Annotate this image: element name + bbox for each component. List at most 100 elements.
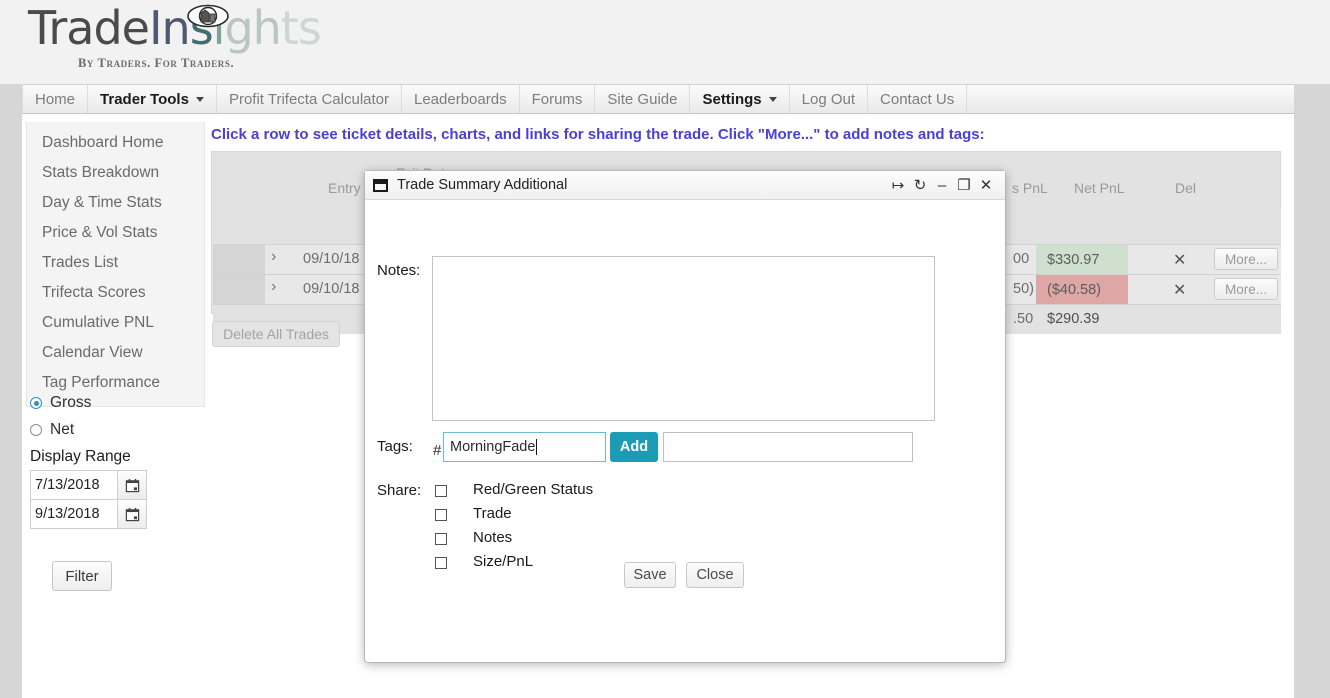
total-gross-pnl: .50 bbox=[1013, 311, 1034, 327]
sidebar-item-dashboard-home[interactable]: Dashboard Home bbox=[27, 128, 204, 158]
start-date-calendar-button[interactable] bbox=[118, 470, 147, 500]
sidebar-item-price-vol-stats[interactable]: Price & Vol Stats bbox=[27, 218, 204, 248]
sidebar-item-trades-list[interactable]: Trades List bbox=[27, 248, 204, 278]
modal-title: Trade Summary Additional bbox=[397, 177, 568, 193]
add-tag-label: Add bbox=[619, 439, 649, 455]
chevron-down-icon bbox=[768, 96, 777, 102]
share-checkbox-size-pnl[interactable] bbox=[435, 557, 447, 569]
nav-item-home[interactable]: Home bbox=[22, 85, 89, 113]
nav-label: Leaderboards bbox=[414, 90, 507, 108]
delete-all-trades-button[interactable]: Delete All Trades bbox=[212, 321, 340, 347]
maximize-icon[interactable]: ❐ bbox=[953, 174, 975, 196]
filter-button-label: Filter bbox=[65, 567, 99, 585]
sidebar-item-label: Dashboard Home bbox=[42, 134, 164, 151]
net-pnl-value: $330.97 bbox=[1047, 252, 1100, 268]
nav-item-trader-tools[interactable]: Trader Tools bbox=[88, 85, 217, 113]
close-button[interactable]: Close bbox=[686, 562, 744, 588]
nav-label: Home bbox=[35, 90, 76, 108]
end-date-row: 9/13/2018 bbox=[30, 499, 147, 529]
filter-button[interactable]: Filter bbox=[52, 561, 112, 591]
total-net-pnl: $290.39 bbox=[1047, 311, 1100, 327]
modal-title-bar[interactable]: Trade Summary Additional ↦ ↻ – ❐ ✕ bbox=[365, 171, 1005, 200]
delete-row-icon[interactable]: ✕ bbox=[1173, 250, 1186, 270]
save-button[interactable]: Save bbox=[624, 562, 676, 588]
end-date-calendar-button[interactable] bbox=[118, 499, 147, 529]
cell-entry-date: 09/10/18 bbox=[303, 281, 360, 297]
display-range-title: Display Range bbox=[30, 448, 131, 465]
expand-row-icon[interactable]: › bbox=[271, 278, 276, 296]
tag-input[interactable]: MorningFade bbox=[443, 432, 606, 462]
nav-item-contact-us[interactable]: Contact Us bbox=[868, 85, 968, 113]
tag-list-field[interactable] bbox=[663, 432, 913, 462]
sidebar-item-trifecta-scores[interactable]: Trifecta Scores bbox=[27, 278, 204, 308]
tag-input-value: MorningFade bbox=[450, 439, 536, 455]
share-checkbox-red-green-status[interactable] bbox=[435, 485, 447, 497]
notes-label: Notes: bbox=[377, 262, 421, 279]
sidebar-item-label: Day & Time Stats bbox=[42, 194, 162, 211]
sidebar-item-day-time-stats[interactable]: Day & Time Stats bbox=[27, 188, 204, 218]
share-checkbox-trade[interactable] bbox=[435, 509, 447, 521]
expand-row-icon[interactable]: › bbox=[271, 248, 276, 266]
nav-item-log-out[interactable]: Log Out bbox=[790, 85, 869, 113]
nav-label: Settings bbox=[702, 90, 762, 108]
radio-option-gross[interactable]: Gross bbox=[30, 394, 205, 412]
cell-net-pnl: $330.97 bbox=[1036, 245, 1128, 275]
site-logo[interactable]: TradeInsights By Traders. For Traders. bbox=[28, 1, 322, 70]
calendar-icon bbox=[125, 478, 139, 492]
sidebar-item-cumulative-pnl[interactable]: Cumulative PNL bbox=[27, 308, 204, 338]
nav-item-settings[interactable]: Settings bbox=[690, 85, 790, 113]
logo-part-trade: Trade bbox=[28, 1, 150, 55]
eye-icon bbox=[187, 4, 229, 28]
column-header-net-pnl[interactable]: Net PnL bbox=[1074, 180, 1125, 196]
end-date-input[interactable]: 9/13/2018 bbox=[30, 499, 118, 529]
close-icon[interactable]: ✕ bbox=[975, 174, 997, 196]
radio-gross-indicator[interactable] bbox=[30, 397, 42, 409]
nav-label: Site Guide bbox=[607, 90, 678, 108]
start-date-input[interactable]: 7/13/2018 bbox=[30, 470, 118, 500]
share-label-red-green-status: Red/Green Status bbox=[473, 481, 594, 498]
sidebar-item-label: Trades List bbox=[42, 254, 119, 271]
site-header: TradeInsights By Traders. For Traders. bbox=[0, 0, 1330, 84]
notes-textarea[interactable] bbox=[432, 256, 935, 421]
cell-gross-pnl: 50) bbox=[1013, 281, 1034, 297]
delete-all-label: Delete All Trades bbox=[223, 326, 329, 342]
radio-net-indicator[interactable] bbox=[30, 424, 42, 436]
share-label-size-pnl: Size/PnL bbox=[473, 553, 534, 570]
net-pnl-value: ($40.58) bbox=[1047, 282, 1102, 298]
more-button[interactable]: More... bbox=[1214, 278, 1278, 300]
pnl-mode-group: Gross Net Display Range 7/13/2018 9/13/2… bbox=[30, 394, 205, 529]
share-label-notes: Notes bbox=[473, 529, 513, 546]
main-navigation: Home Trader Tools Profit Trifecta Calcul… bbox=[22, 84, 1294, 114]
brand-tagline: By Traders. For Traders. bbox=[78, 56, 235, 70]
add-tag-button[interactable]: Add bbox=[610, 432, 658, 462]
column-header-gross-pnl[interactable]: s PnL bbox=[1012, 180, 1048, 196]
nav-label: Trader Tools bbox=[100, 90, 189, 108]
radio-option-net[interactable]: Net bbox=[30, 421, 205, 439]
nav-item-profit-trifecta-calculator[interactable]: Profit Trifecta Calculator bbox=[217, 85, 402, 113]
calendar-icon bbox=[125, 507, 139, 521]
refresh-icon[interactable]: ↻ bbox=[909, 174, 931, 196]
cell-net-pnl: ($40.58) bbox=[1036, 275, 1128, 305]
cell-entry-date: 09/10/18 bbox=[303, 251, 360, 267]
sidebar-item-stats-breakdown[interactable]: Stats Breakdown bbox=[27, 158, 204, 188]
logo-part-gh: gh bbox=[224, 1, 281, 55]
delete-row-icon[interactable]: ✕ bbox=[1173, 280, 1186, 300]
trade-summary-modal: Trade Summary Additional ↦ ↻ – ❐ ✕ Notes… bbox=[364, 170, 1006, 663]
nav-label: Contact Us bbox=[880, 90, 955, 108]
share-checkbox-notes[interactable] bbox=[435, 533, 447, 545]
sidebar-item-label: Calendar View bbox=[42, 344, 143, 361]
column-header-del[interactable]: Del bbox=[1175, 180, 1196, 196]
nav-item-leaderboards[interactable]: Leaderboards bbox=[402, 85, 520, 113]
nav-item-forums[interactable]: Forums bbox=[520, 85, 596, 113]
sidebar-item-label: Cumulative PNL bbox=[42, 314, 154, 331]
pin-icon[interactable]: ↦ bbox=[887, 174, 909, 196]
nav-item-site-guide[interactable]: Site Guide bbox=[595, 85, 691, 113]
text-cursor bbox=[536, 439, 538, 455]
more-button[interactable]: More... bbox=[1214, 248, 1278, 270]
sidebar-item-label: Tag Performance bbox=[42, 374, 161, 391]
logo-part-ts: ts bbox=[280, 1, 322, 55]
nav-label: Profit Trifecta Calculator bbox=[228, 90, 389, 108]
minimize-icon[interactable]: – bbox=[931, 174, 953, 196]
sidebar-item-calendar-view[interactable]: Calendar View bbox=[27, 338, 204, 368]
radio-gross-label: Gross bbox=[50, 394, 92, 411]
